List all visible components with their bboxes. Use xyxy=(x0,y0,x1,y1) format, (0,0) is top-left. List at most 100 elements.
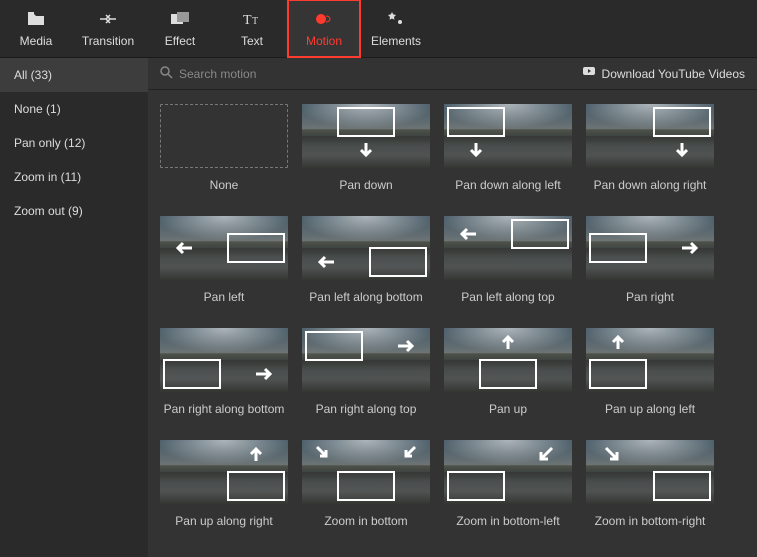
arrow-up-icon xyxy=(608,332,628,352)
motion-pan-left-along-top[interactable]: Pan left along top xyxy=(438,216,578,304)
content-header: Download YouTube Videos xyxy=(148,58,757,90)
arrow-left-icon xyxy=(458,224,478,244)
motion-grid: None Pan down Pan down along left xyxy=(148,90,757,557)
motion-pan-left-along-bottom[interactable]: Pan left along bottom xyxy=(296,216,436,304)
effect-icon xyxy=(170,9,190,29)
sidebar-item-label: Zoom in (11) xyxy=(14,170,81,184)
search-icon xyxy=(160,66,173,82)
motion-pan-down-along-left[interactable]: Pan down along left xyxy=(438,104,578,192)
sidebar-item-pan-only[interactable]: Pan only (12) xyxy=(0,126,148,160)
tab-transition[interactable]: Transition xyxy=(72,0,144,57)
tab-label: Elements xyxy=(371,34,421,48)
tab-label: Motion xyxy=(306,34,342,48)
sidebar-item-all[interactable]: All (33) xyxy=(0,58,148,92)
motion-thumb xyxy=(160,328,288,392)
motion-pan-right[interactable]: Pan right xyxy=(580,216,720,304)
download-youtube-label: Download YouTube Videos xyxy=(602,67,745,81)
motion-label: Pan down along right xyxy=(594,178,707,192)
motion-label: Pan right along top xyxy=(316,402,417,416)
arrow-diag-dl-icon xyxy=(400,442,420,462)
tab-motion[interactable]: Motion xyxy=(288,0,360,57)
motion-label: Pan up xyxy=(489,402,527,416)
motion-label: Zoom in bottom-right xyxy=(595,514,706,528)
motion-pan-down-along-right[interactable]: Pan down along right xyxy=(580,104,720,192)
tab-effect[interactable]: Effect xyxy=(144,0,216,57)
motion-zoom-in-bottom-right[interactable]: Zoom in bottom-right xyxy=(580,440,720,528)
arrow-down-icon xyxy=(672,140,692,160)
sidebar-item-label: Zoom out (9) xyxy=(14,204,83,218)
elements-icon xyxy=(386,9,406,29)
motion-label: Pan down xyxy=(339,178,392,192)
motion-pan-up[interactable]: Pan up xyxy=(438,328,578,416)
motion-label: Pan up along left xyxy=(605,402,695,416)
motion-thumb xyxy=(586,104,714,168)
tab-label: Media xyxy=(20,34,53,48)
arrow-diag-dl-icon xyxy=(536,444,556,464)
arrow-up-icon xyxy=(246,444,266,464)
motion-thumb xyxy=(586,440,714,504)
arrow-right-icon xyxy=(680,238,700,258)
sidebar-item-label: Pan only (12) xyxy=(14,136,85,150)
svg-text:T: T xyxy=(243,13,252,27)
tab-media[interactable]: Media xyxy=(0,0,72,57)
motion-none[interactable]: None xyxy=(154,104,294,192)
motion-thumb xyxy=(160,104,288,168)
motion-pan-right-along-top[interactable]: Pan right along top xyxy=(296,328,436,416)
motion-label: Zoom in bottom xyxy=(324,514,407,528)
motion-pan-up-along-left[interactable]: Pan up along left xyxy=(580,328,720,416)
arrow-diag-dr-icon xyxy=(602,444,622,464)
motion-thumb xyxy=(302,328,430,392)
arrow-left-icon xyxy=(316,252,336,272)
arrow-diag-dr-icon xyxy=(312,442,332,462)
tab-label: Transition xyxy=(82,34,134,48)
motion-label: Pan down along left xyxy=(455,178,560,192)
motion-zoom-in-bottom-left[interactable]: Zoom in bottom-left xyxy=(438,440,578,528)
motion-thumb xyxy=(586,328,714,392)
motion-pan-right-along-bottom[interactable]: Pan right along bottom xyxy=(154,328,294,416)
arrow-down-icon xyxy=(466,140,486,160)
motion-pan-left[interactable]: Pan left xyxy=(154,216,294,304)
motion-label: Pan left xyxy=(204,290,245,304)
motion-pan-up-along-right[interactable]: Pan up along right xyxy=(154,440,294,528)
text-icon: TT xyxy=(242,9,262,29)
motion-thumb xyxy=(444,328,572,392)
sidebar-item-label: All (33) xyxy=(14,68,52,82)
sidebar-item-zoom-in[interactable]: Zoom in (11) xyxy=(0,160,148,194)
motion-thumb xyxy=(586,216,714,280)
tab-label: Text xyxy=(241,34,263,48)
search-wrap xyxy=(160,66,359,82)
arrow-down-icon xyxy=(356,140,376,160)
motion-label: Pan right along bottom xyxy=(164,402,285,416)
svg-text:T: T xyxy=(252,16,258,27)
motion-thumb xyxy=(444,104,572,168)
motion-thumb xyxy=(302,440,430,504)
motion-icon xyxy=(314,9,334,29)
transition-icon xyxy=(98,9,118,29)
motion-label: Pan left along top xyxy=(461,290,554,304)
motion-label: Pan right xyxy=(626,290,674,304)
tab-elements[interactable]: Elements xyxy=(360,0,432,57)
search-input[interactable] xyxy=(179,67,359,81)
tab-label: Effect xyxy=(165,34,195,48)
category-sidebar: All (33) None (1) Pan only (12) Zoom in … xyxy=(0,58,148,557)
arrow-right-icon xyxy=(396,336,416,356)
motion-zoom-in-bottom[interactable]: Zoom in bottom xyxy=(296,440,436,528)
download-icon xyxy=(582,66,596,81)
arrow-right-icon xyxy=(254,364,274,384)
arrow-left-icon xyxy=(174,238,194,258)
motion-pan-down[interactable]: Pan down xyxy=(296,104,436,192)
top-tabs: Media Transition Effect TT Text Motion E… xyxy=(0,0,757,58)
motion-thumb xyxy=(160,440,288,504)
tab-text[interactable]: TT Text xyxy=(216,0,288,57)
folder-icon xyxy=(26,9,46,29)
motion-thumb xyxy=(302,216,430,280)
motion-label: Zoom in bottom-left xyxy=(456,514,559,528)
sidebar-item-none[interactable]: None (1) xyxy=(0,92,148,126)
motion-label: Pan up along right xyxy=(175,514,272,528)
sidebar-item-zoom-out[interactable]: Zoom out (9) xyxy=(0,194,148,228)
motion-label: None xyxy=(210,178,239,192)
motion-thumb xyxy=(444,440,572,504)
download-youtube-link[interactable]: Download YouTube Videos xyxy=(582,66,745,81)
motion-thumb xyxy=(160,216,288,280)
arrow-up-icon xyxy=(498,332,518,352)
